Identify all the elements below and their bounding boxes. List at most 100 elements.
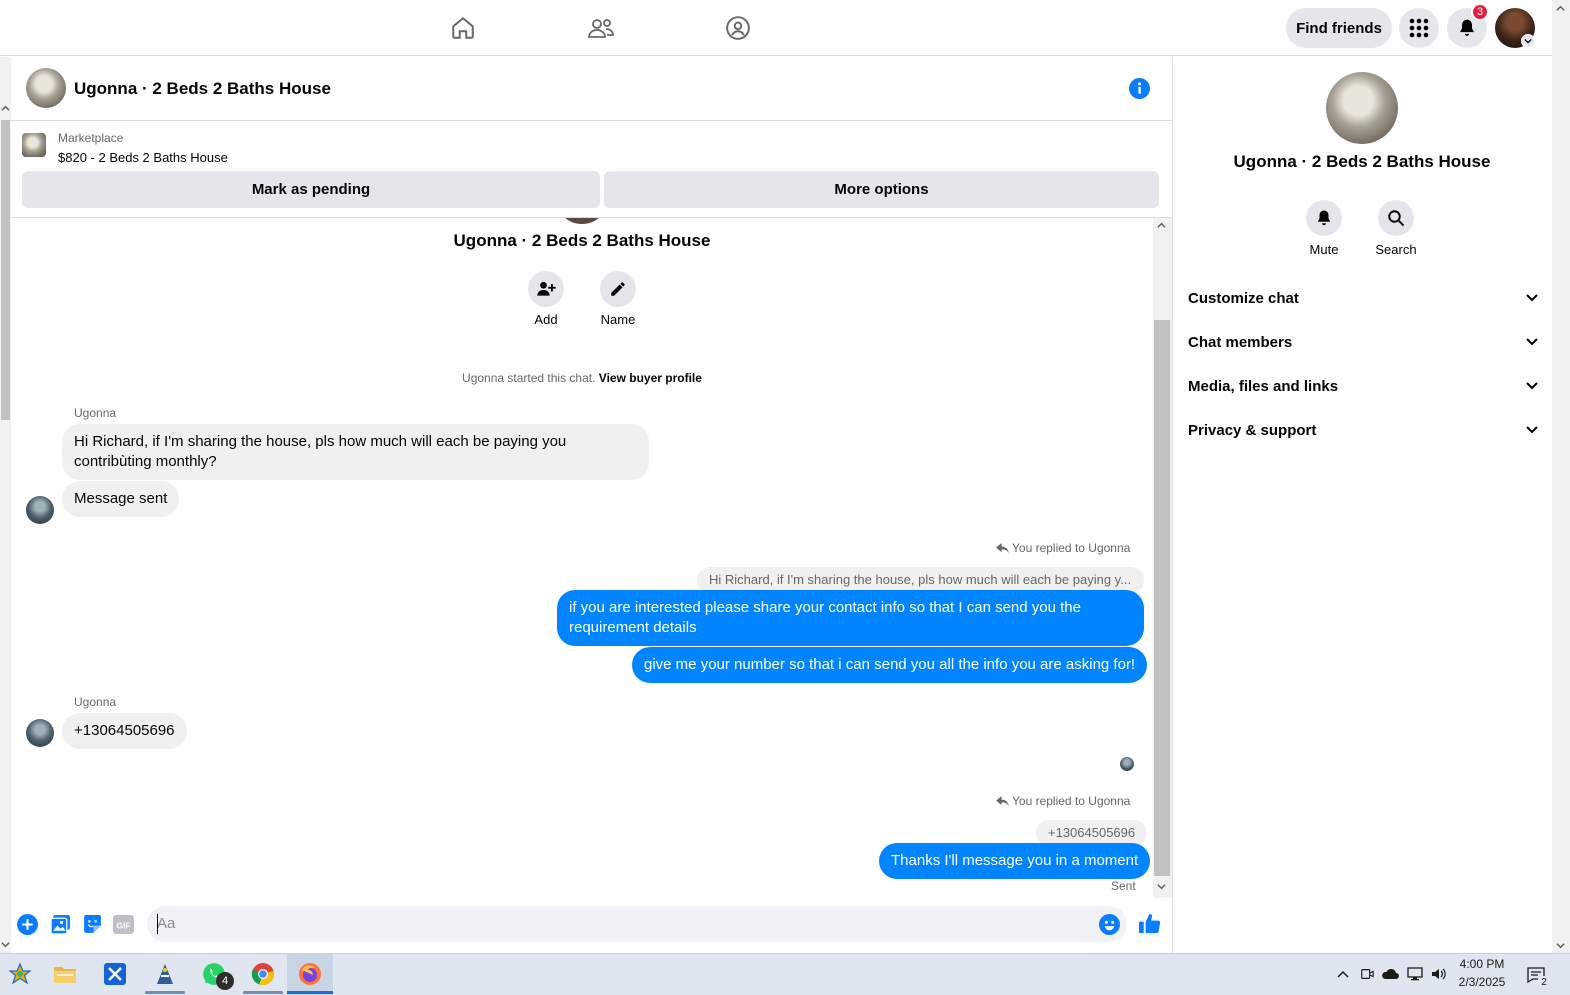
whatsapp-badge: 4: [216, 972, 234, 990]
message-list: [11, 218, 1153, 898]
listing-thumbnail[interactable]: [22, 133, 46, 157]
chevron-down-icon: [1526, 338, 1538, 346]
running-indicator: [145, 991, 185, 994]
listing-title[interactable]: $820 - 2 Beds 2 Baths House: [58, 150, 228, 165]
info-icon[interactable]: [1129, 78, 1150, 99]
top-navigation-bar: Find friends 3: [0, 0, 1552, 56]
marketplace-banner: Marketplace $820 - 2 Beds 2 Baths House …: [11, 121, 1172, 218]
friends-icon[interactable]: [581, 8, 621, 48]
add-person-button[interactable]: [528, 271, 564, 307]
outgoing-message[interactable]: Thanks I'll message you in a moment: [879, 843, 1151, 879]
running-indicator: [243, 991, 283, 994]
account-chevron-icon[interactable]: [1521, 34, 1535, 48]
incoming-message[interactable]: Hi Richard, if I'm sharing the house, pl…: [62, 424, 649, 480]
reply-arrow-icon: [996, 796, 1009, 807]
sender-avatar[interactable]: [26, 496, 54, 524]
chat-avatar[interactable]: [26, 68, 66, 108]
add-label: Add: [534, 312, 558, 327]
meet-now-icon[interactable]: [1358, 965, 1376, 983]
action-center-badge: 2: [1538, 976, 1550, 988]
section-label: Customize chat: [1188, 289, 1299, 307]
chat-title[interactable]: Ugonna · 2 Beds 2 Baths House: [74, 79, 331, 99]
reply-indicator-text: You replied to Ugonna: [1012, 541, 1131, 555]
clock-time[interactable]: 4:00 PM: [1452, 957, 1512, 971]
scroll-down-arrow-icon[interactable]: [1555, 941, 1566, 950]
chat-members-section[interactable]: Chat members: [1188, 330, 1538, 354]
scroll-up-arrow-icon[interactable]: [1156, 221, 1167, 230]
home-icon[interactable]: [443, 8, 483, 48]
thumbs-up-icon[interactable]: [1138, 912, 1161, 935]
outgoing-message[interactable]: if you are interested please share your …: [557, 590, 1144, 646]
mark-as-pending-button[interactable]: Mark as pending: [22, 171, 600, 208]
reply-indicator-text: You replied to Ugonna: [1012, 794, 1131, 808]
outgoing-message[interactable]: give me your number so that i can send y…: [632, 647, 1148, 683]
started-text: Ugonna started this chat.: [462, 371, 596, 385]
scroll-down-arrow-icon[interactable]: [1, 940, 10, 949]
seen-avatar: [1120, 757, 1134, 771]
file-explorer-icon[interactable]: [45, 958, 85, 990]
svg-text:GIF: GIF: [117, 921, 131, 931]
notification-count-badge: 3: [1471, 3, 1489, 21]
chat-header: Ugonna · 2 Beds 2 Baths House: [11, 57, 1172, 121]
name-label: Name: [600, 312, 636, 327]
intro-title: Ugonna · 2 Beds 2 Baths House: [453, 231, 711, 250]
privacy-support-section[interactable]: Privacy & support: [1188, 418, 1538, 442]
chat-details-panel: [1172, 57, 1552, 953]
chevron-up-icon[interactable]: [1334, 965, 1352, 983]
marketplace-label: Marketplace: [58, 131, 124, 145]
sender-name: Ugonna: [74, 406, 117, 420]
groups-icon[interactable]: [718, 8, 758, 48]
volume-icon[interactable]: [1430, 965, 1448, 983]
active-indicator: [287, 991, 333, 994]
start-button[interactable]: [0, 958, 40, 990]
code-editor-icon[interactable]: [95, 958, 135, 990]
clock-date[interactable]: 2/3/2025: [1452, 975, 1512, 989]
message-scrollbar-thumb[interactable]: [1154, 320, 1170, 876]
firefox-icon[interactable]: [290, 958, 330, 990]
find-friends-button[interactable]: Find friends: [1286, 8, 1392, 48]
section-label: Media, files and links: [1188, 377, 1339, 395]
chat-details-title: Ugonna · 2 Beds 2 Baths House: [1233, 152, 1491, 171]
mute-button[interactable]: [1306, 200, 1342, 236]
section-label: Chat members: [1188, 333, 1293, 351]
menu-grid-icon[interactable]: [1399, 8, 1439, 48]
search-label: Search: [1375, 242, 1417, 257]
sender-avatar[interactable]: [26, 719, 54, 747]
chevron-down-icon: [1526, 294, 1538, 302]
section-label: Privacy & support: [1188, 421, 1317, 439]
left-scrollbar-thumb[interactable]: [1, 120, 10, 420]
chrome-icon[interactable]: [243, 958, 283, 990]
view-buyer-profile-link[interactable]: View buyer profile: [599, 371, 702, 385]
chat-details-avatar[interactable]: [1326, 72, 1398, 144]
chevron-down-icon: [1526, 426, 1538, 434]
more-options-button[interactable]: More options: [604, 171, 1159, 208]
customize-chat-section[interactable]: Customize chat: [1188, 286, 1538, 310]
reply-indicator: You replied to Ugonna: [996, 794, 1130, 808]
scroll-down-arrow-icon[interactable]: [1156, 882, 1167, 891]
message-input[interactable]: Aa: [147, 906, 1127, 942]
edit-name-button[interactable]: [600, 271, 636, 307]
media-files-links-section[interactable]: Media, files and links: [1188, 374, 1538, 398]
reply-indicator: You replied to Ugonna: [996, 541, 1130, 555]
gif-icon[interactable]: GIF: [113, 914, 134, 935]
message-status: Sent: [1111, 879, 1136, 893]
emoji-icon[interactable]: [1099, 914, 1120, 935]
message-input-placeholder: Aa: [157, 915, 176, 932]
mute-label: Mute: [1309, 242, 1339, 257]
chat-started-notice: Ugonna started this chat. View buyer pro…: [382, 371, 782, 385]
search-button[interactable]: [1378, 200, 1414, 236]
page-scrollbar[interactable]: [1552, 0, 1570, 953]
incoming-message[interactable]: +13064505696: [62, 713, 187, 749]
sticker-icon[interactable]: [82, 914, 103, 935]
sender-name: Ugonna: [74, 695, 117, 709]
scroll-up-arrow-icon[interactable]: [1, 104, 10, 113]
photo-icon[interactable]: [50, 914, 71, 935]
scroll-up-arrow-icon[interactable]: [1555, 4, 1566, 13]
network-icon[interactable]: [1406, 965, 1424, 983]
plus-icon[interactable]: [17, 914, 38, 935]
incoming-message[interactable]: Message sent: [62, 481, 180, 517]
reply-arrow-icon: [996, 543, 1009, 554]
app-icon[interactable]: [145, 958, 185, 990]
onedrive-cloud-icon[interactable]: [1381, 965, 1399, 983]
text-cursor: [157, 914, 158, 934]
